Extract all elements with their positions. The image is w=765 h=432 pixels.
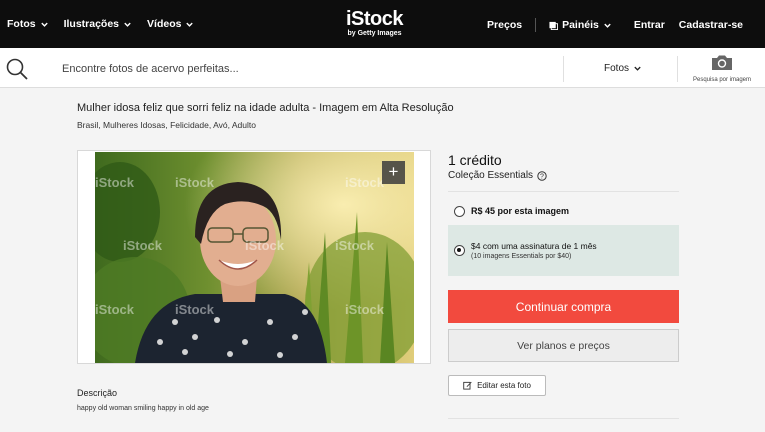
credit-price: 1 crédito <box>448 152 502 168</box>
nav-illustrations-menu[interactable]: Ilustrações <box>64 18 132 30</box>
tag-link[interactable]: Brasil <box>77 120 98 130</box>
chevron-down-icon <box>186 22 194 27</box>
nav-left: Fotos Ilustrações Vídeos <box>7 18 194 30</box>
image-search-button[interactable]: Pesquisa por imagem <box>684 54 760 83</box>
istock-logo[interactable]: iStock by Getty Images <box>346 8 404 38</box>
chevron-down-icon <box>604 23 611 28</box>
radio-unselected[interactable] <box>454 205 465 217</box>
tag-link[interactable]: Felicidade <box>170 120 209 130</box>
asset-title: Mulher idosa feliz que sorri feliz na id… <box>77 102 454 114</box>
stock-photo[interactable]: iStock iStock iStock iStock iStock iStoc… <box>95 152 414 363</box>
subscription-option[interactable]: $4 com uma assinatura de 1 mês (10 image… <box>448 225 679 276</box>
nav-videos-menu[interactable]: Vídeos <box>147 18 194 30</box>
signup-link[interactable]: Cadastrar-se <box>679 19 743 31</box>
media-type-label: Fotos <box>604 63 630 74</box>
logo-tagline: by Getty Images <box>347 30 402 37</box>
boards-icon <box>549 21 559 30</box>
prices-link[interactable]: Preços <box>487 19 522 31</box>
keyword-tags: Brasil, Mulheres Idosas, Felicidade, Avó… <box>77 120 256 130</box>
subscription-price: $4 com uma assinatura de 1 mês <box>471 241 597 251</box>
watermark-text: iStock <box>95 302 135 317</box>
watermark-text: iStock <box>175 302 215 317</box>
search-icon[interactable] <box>6 58 28 80</box>
watermark-text: iStock <box>345 175 385 190</box>
nav-illustrations-label: Ilustrações <box>63 18 120 30</box>
nav-photos-label: Fotos <box>7 18 36 30</box>
view-plans-button[interactable]: Ver planos e preços <box>448 329 679 362</box>
media-type-filter[interactable]: Fotos <box>604 63 642 74</box>
edit-photo-button[interactable]: Editar esta foto <box>448 375 546 396</box>
panel-divider <box>448 191 679 192</box>
logo-wordmark: iStock <box>346 8 404 30</box>
chevron-down-icon <box>634 66 641 71</box>
nav-photos-menu[interactable]: Fotos <box>7 18 49 30</box>
search-divider <box>677 56 678 82</box>
watermark-text: iStock <box>335 238 375 253</box>
single-image-price: R$ 45 por esta imagem <box>471 206 570 216</box>
tag-link[interactable]: Avó <box>213 120 228 130</box>
watermark-text: iStock <box>123 238 163 253</box>
watermark-text: iStock <box>95 175 135 190</box>
search-input[interactable] <box>62 60 542 78</box>
continue-purchase-button[interactable]: Continuar compra <box>448 290 679 323</box>
watermark-text: iStock <box>245 238 285 253</box>
collection-name: Coleção Essentials <box>448 170 534 181</box>
search-bar: Fotos Pesquisa por imagem <box>0 48 765 88</box>
search-divider <box>563 56 564 82</box>
plus-icon: + <box>388 162 399 181</box>
add-to-board-button[interactable]: + <box>382 161 405 184</box>
watermark-text: iStock <box>175 175 215 190</box>
watermark-text: iStock <box>345 302 385 317</box>
asset-detail: Mulher idosa feliz que sorri feliz na id… <box>0 88 765 432</box>
edit-icon <box>463 381 472 390</box>
nav-divider <box>535 18 537 32</box>
svg-text:?: ? <box>540 173 544 180</box>
login-link[interactable]: Entrar <box>634 19 665 31</box>
info-icon[interactable]: ? <box>537 170 547 181</box>
nav-right: Preços Painéis Entrar Cadastrar-se <box>487 18 743 32</box>
tag-link[interactable]: Adulto <box>232 120 256 130</box>
edit-photo-label: Editar esta foto <box>477 381 531 390</box>
boards-label: Painéis <box>562 19 599 31</box>
single-image-option[interactable]: R$ 45 por esta imagem <box>448 196 679 226</box>
top-navigation: Fotos Ilustrações Vídeos iStock by Getty… <box>0 0 765 48</box>
panel-divider <box>448 418 679 419</box>
collection-label: Coleção Essentials ? <box>448 170 547 181</box>
boards-menu[interactable]: Painéis <box>549 19 612 31</box>
photo-illustration: iStock iStock iStock iStock iStock iStoc… <box>95 152 414 363</box>
image-search-label: Pesquisa por imagem <box>692 77 752 83</box>
chevron-down-icon <box>40 22 48 27</box>
tag-link[interactable]: Mulheres Idosas <box>103 120 165 130</box>
description-heading: Descrição <box>77 388 118 398</box>
description-text: happy old woman smiling happy in old age <box>77 405 209 412</box>
camera-icon <box>712 55 732 70</box>
image-preview-frame: iStock iStock iStock iStock iStock iStoc… <box>77 150 431 364</box>
nav-videos-label: Vídeos <box>147 18 182 30</box>
subscription-details: (10 imagens Essentials por $40) <box>471 253 572 260</box>
radio-selected[interactable] <box>454 245 465 256</box>
chevron-down-icon <box>124 22 131 27</box>
